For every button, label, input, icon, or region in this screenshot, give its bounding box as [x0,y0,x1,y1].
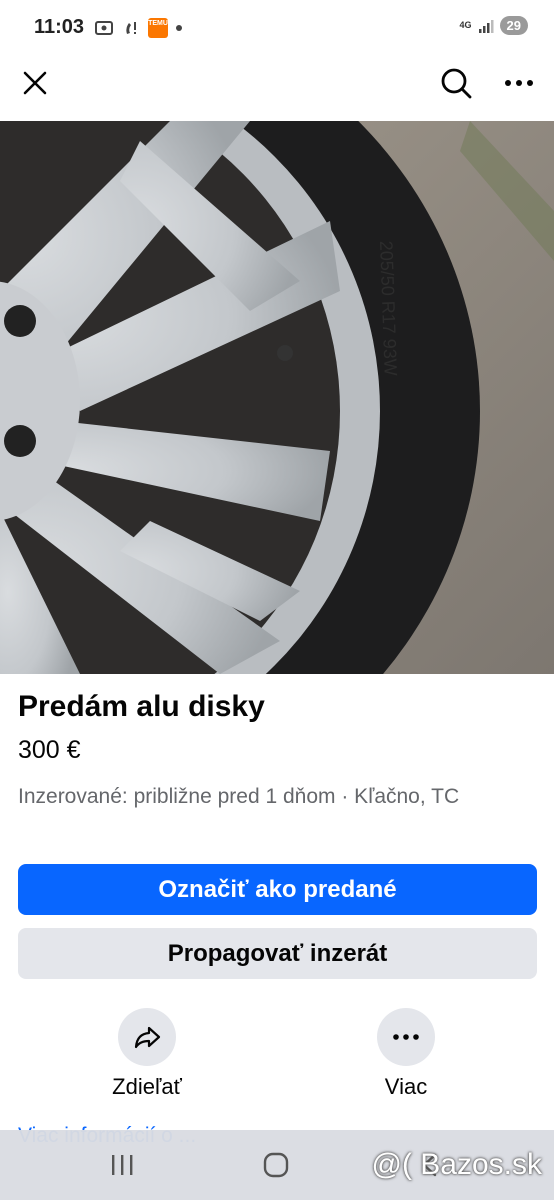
promote-listing-button[interactable]: Propagovať inzerát [18,928,537,979]
home-icon [263,1152,289,1178]
wheel-rim-image: 205/50 R17 93W [0,121,554,674]
share-button[interactable] [118,1008,176,1066]
recents-button[interactable] [102,1148,142,1182]
close-button[interactable] [13,61,57,105]
status-time: 11:03 [34,16,85,38]
status-bar: 11:03 TEMU 4G 29 [0,0,554,58]
screenshot-icon [95,21,113,35]
more-label: Viac [384,1074,428,1099]
more-notifications-dot [176,25,182,31]
close-icon [23,71,47,95]
status-notification-icons: TEMU [94,18,182,38]
search-button[interactable] [434,61,478,105]
search-icon [441,68,472,99]
share-action[interactable]: Zdieľať [87,1008,207,1100]
home-button[interactable] [256,1148,296,1182]
temu-label: TEMU [148,20,168,27]
listing-meta: Inzerované: približne pred 1 dňom · Kľač… [18,785,460,808]
more-icon [505,80,533,86]
top-bar [0,58,554,120]
mark-as-sold-button[interactable]: Označiť ako predané [18,864,537,915]
recents-icon [112,1155,133,1175]
more-options-button[interactable] [497,61,541,105]
more-round-button[interactable] [377,1008,435,1066]
temu-app-icon: TEMU [148,18,168,38]
battery-level: 29 [499,16,528,35]
share-label: Zdieľať [112,1074,182,1099]
status-system-icons: 4G 29 [460,16,528,35]
notification-alert-icon [126,22,136,34]
share-icon [134,1026,161,1049]
listing-title: Predám alu disky [18,690,265,723]
bazos-watermark: @( Bazos.sk [371,1148,543,1181]
listing-photo[interactable]: 205/50 R17 93W [0,121,554,674]
system-navigation-bar: @( Bazos.sk [0,1130,554,1200]
network-type: 4G [459,20,472,30]
more-horizontal-icon [393,1034,419,1040]
more-action[interactable]: Viac [346,1008,466,1100]
signal-icon [478,19,494,33]
listing-price: 300 € [18,736,81,764]
